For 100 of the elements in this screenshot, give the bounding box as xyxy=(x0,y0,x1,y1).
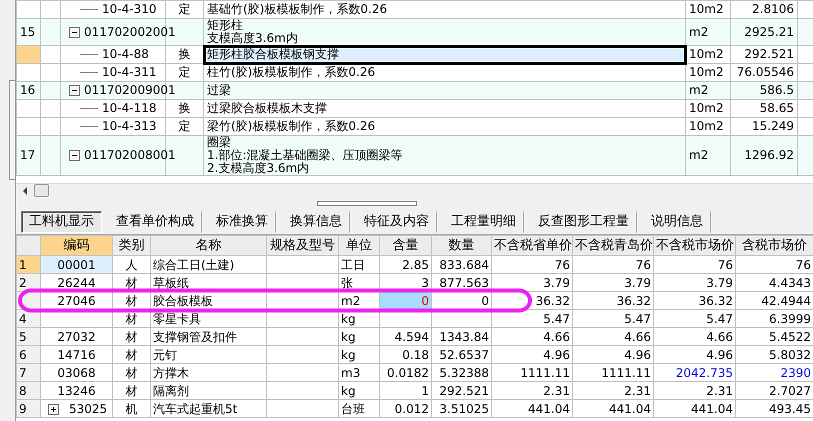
name-line: 矩形柱 xyxy=(207,19,244,32)
content-cell: 1 xyxy=(380,382,432,400)
price-cell: 36.32 xyxy=(654,292,736,310)
unit-cell: 10m2 xyxy=(686,100,730,118)
quantity-cell: 833.684 xyxy=(432,256,492,274)
name-cell: 综合工日(土建) xyxy=(150,256,266,274)
content-cell: 2.85 xyxy=(380,256,432,274)
name-line: 2.支模高度3.6m内 xyxy=(207,162,310,175)
tab[interactable]: 说明信息 xyxy=(643,211,711,233)
price-cell: 4.96 xyxy=(654,346,736,364)
tab[interactable]: 查看单价构成 xyxy=(108,211,202,233)
quota-code: 10-4-311 xyxy=(102,65,156,79)
unit-cell: kg xyxy=(338,328,380,346)
splitter-handle[interactable] xyxy=(316,201,416,206)
tab[interactable]: 工料机显示 xyxy=(21,211,102,233)
column-header[interactable]: 类别 xyxy=(112,236,150,256)
column-header[interactable]: 不含税市场价 xyxy=(654,236,736,256)
column-header[interactable]: 含税市场价 xyxy=(736,236,813,256)
tab[interactable]: 反查图形工程量 xyxy=(530,211,637,233)
expand-icon[interactable] xyxy=(48,404,59,415)
category-cell: 材 xyxy=(112,382,150,400)
price-cell: 4.66 xyxy=(654,328,736,346)
name-cell: 隔离剂 xyxy=(150,382,266,400)
unit-cell: 台班 xyxy=(338,400,380,418)
quantity-cell: 586.5 xyxy=(730,82,798,100)
code-cell: 53025 xyxy=(40,400,112,418)
quota-code: 10-4-313 xyxy=(102,119,156,133)
quantity-cell: 1343.84 xyxy=(432,328,492,346)
unit-cell: 工日 xyxy=(338,256,380,274)
price-cell: 2.31 xyxy=(654,382,736,400)
code-cell: 13246 xyxy=(40,382,112,400)
column-header[interactable]: 数量 xyxy=(432,236,492,256)
column-header[interactable]: 不含税省单价 xyxy=(492,236,572,256)
item-code: 011702009001 xyxy=(84,83,176,97)
price-cell: 441.04 xyxy=(492,400,572,418)
column-header[interactable]: 规格及型号 xyxy=(266,236,338,256)
unit-cell: 10m2 xyxy=(686,46,730,64)
price-cell: 3.79 xyxy=(572,274,654,292)
name-line: 1.部位:混凝土基础圈梁、压顶圈梁等 xyxy=(207,149,404,162)
category-cell: 机 xyxy=(112,400,150,418)
quantity-cell: 52.6537 xyxy=(432,346,492,364)
quota-code: 10-4-88 xyxy=(102,47,149,61)
quantity-cell: 5.32388 xyxy=(432,364,492,382)
scrollbar-thumb[interactable] xyxy=(34,184,49,197)
quantity-cell: 2925.21 xyxy=(730,18,798,46)
collapse-icon[interactable] xyxy=(69,85,80,96)
column-header[interactable]: 含量 xyxy=(380,236,432,256)
collapse-icon[interactable] xyxy=(69,150,80,162)
category-cell: 材 xyxy=(112,346,150,364)
item-code: 011702008001 xyxy=(84,148,176,162)
content-cell: 4.594 xyxy=(380,328,432,346)
price-cell: 5.47 xyxy=(572,310,654,328)
price-cell: 4.66 xyxy=(572,328,654,346)
name-cell: 草板纸 xyxy=(150,274,266,292)
name-cell-text: 柱竹(胶)板模板制作，系数0.26 xyxy=(207,66,376,79)
unit-cell: m2 xyxy=(686,18,730,46)
row-number: 15 xyxy=(16,18,40,46)
row-number: 7 xyxy=(16,364,40,382)
price-cell: 5.47 xyxy=(654,310,736,328)
name-cell-text: 基础竹(胶)板模板制作，系数0.26 xyxy=(207,3,388,16)
collapse-icon[interactable] xyxy=(69,26,80,38)
scroll-left-icon[interactable] xyxy=(22,186,28,194)
code-cell: 03068 xyxy=(40,364,112,382)
price-cell: 5.47 xyxy=(492,310,572,328)
price-cell: 76 xyxy=(654,256,736,274)
unit-cell: kg xyxy=(338,382,380,400)
price-cell: 2.31 xyxy=(492,382,572,400)
price-cell: 4.66 xyxy=(492,328,572,346)
column-header[interactable]: 不含税青岛价 xyxy=(572,236,654,256)
unit-cell: m3 xyxy=(338,364,380,382)
price-cell: 76 xyxy=(572,256,654,274)
price-cell: 4.96 xyxy=(492,346,572,364)
column-header[interactable]: 单位 xyxy=(338,236,380,256)
category-cell: 材 xyxy=(112,364,150,382)
tab[interactable]: 工程量明细 xyxy=(443,211,524,233)
name-cell: 胶合板模板 xyxy=(150,292,266,310)
price-cell: 1111.11 xyxy=(492,364,572,382)
row-number: 1 xyxy=(16,256,40,274)
name-cell: 支撑钢管及扣件 xyxy=(150,328,266,346)
row-number: 5 xyxy=(16,328,40,346)
price-cell: 36.32 xyxy=(572,292,654,310)
price-cell: 3.79 xyxy=(654,274,736,292)
quantity-cell: 3.51025 xyxy=(432,400,492,418)
row-number: 9 xyxy=(16,400,40,418)
row-number: 17 xyxy=(16,136,40,176)
tab[interactable]: 换算信息 xyxy=(282,211,350,233)
row-number: 8 xyxy=(16,382,40,400)
scrollbar-thumb[interactable] xyxy=(9,80,16,180)
column-header[interactable]: 名称 xyxy=(150,236,266,256)
tab[interactable]: 标准换算 xyxy=(208,211,276,233)
name-cell-text: 过梁胶合板模板木支撑 xyxy=(207,102,328,115)
price-cell: 76 xyxy=(492,256,572,274)
unit-cell: 张 xyxy=(338,274,380,292)
quantity-cell: 1296.92 xyxy=(730,136,798,176)
unit-cell: kg xyxy=(338,310,380,328)
tab[interactable]: 特征及内容 xyxy=(356,211,437,233)
content-cell: 0.012 xyxy=(380,400,432,418)
price-cell: 2042.735 xyxy=(654,364,736,382)
column-header[interactable]: 编码 xyxy=(40,236,112,256)
unit-cell: m2 xyxy=(686,136,730,176)
